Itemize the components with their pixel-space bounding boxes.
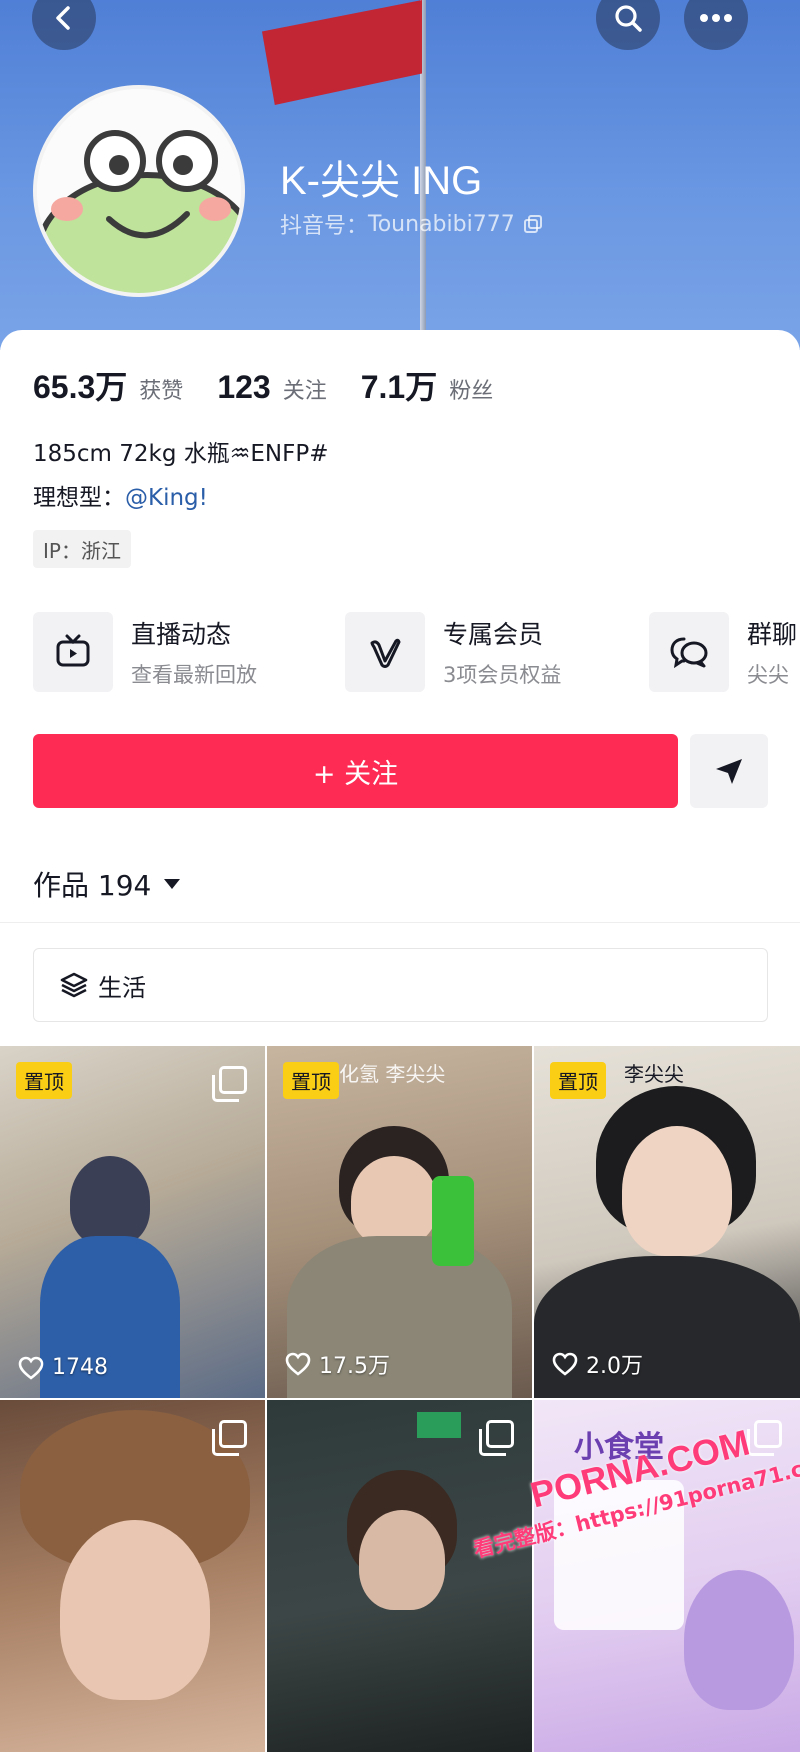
flag-image — [262, 0, 422, 105]
bio-prefix: 理想型： — [33, 485, 125, 511]
feature-title: 专属会员 — [443, 620, 544, 649]
feature-title: 直播动态 — [131, 620, 232, 649]
collection-label: 生活 — [98, 973, 146, 1002]
layers-icon — [60, 972, 88, 998]
ip-location-tag: IP：浙江 — [33, 530, 131, 568]
video-likes-count: 1748 — [52, 1355, 108, 1380]
chevron-left-icon — [56, 6, 70, 30]
feature-icon-box — [649, 612, 729, 692]
stat-likes-value: 65.3万 — [33, 369, 128, 405]
video-thumbnail-figure — [684, 1570, 794, 1710]
pinned-badge: 置顶 — [550, 1062, 606, 1099]
multi-image-icon — [747, 1420, 782, 1456]
video-thumbnail-figure — [351, 1156, 437, 1246]
multi-image-icon — [212, 1420, 247, 1456]
section-divider — [0, 922, 800, 923]
chat-bubble-icon — [670, 637, 708, 669]
feature-group-chat[interactable]: 群聊 尖尖 — [649, 612, 797, 692]
video-tile[interactable]: 置顶 1748 — [0, 1046, 265, 1398]
video-thumbnail-figure — [359, 1510, 445, 1610]
bio-line-1: 185cm 72kg 水瓶♒ENFP# — [33, 441, 329, 467]
video-likes: 1748 — [18, 1355, 108, 1380]
feature-icon-box — [345, 612, 425, 692]
video-tile[interactable]: 氢化氢 李尖尖 置顶 17.5万 — [267, 1046, 532, 1398]
video-likes: 17.5万 — [285, 1348, 390, 1380]
video-thumbnail-figure — [622, 1126, 732, 1256]
more-dots-icon — [700, 14, 732, 22]
stat-following-label: 关注 — [282, 379, 327, 404]
bio-line-2: 理想型：@King! — [33, 478, 208, 512]
video-overlay-text: 李尖尖 — [624, 1062, 684, 1086]
heart-icon — [552, 1352, 578, 1376]
multi-image-icon — [479, 1420, 514, 1456]
feature-subtitle: 查看最新回放 — [131, 663, 257, 687]
multi-image-icon — [212, 1066, 247, 1102]
feature-live-dynamics[interactable]: 直播动态 查看最新回放 — [33, 612, 257, 692]
video-grid: 置顶 1748 氢化氢 李尖尖 置顶 17.5万 李尖尖 置顶 2.0万 小食堂 — [0, 1046, 800, 1752]
copy-icon[interactable] — [523, 214, 543, 234]
feature-icon-box — [33, 612, 113, 692]
share-button[interactable] — [690, 734, 768, 808]
profile-name: K-尖尖 ING — [280, 159, 483, 203]
video-likes-count: 17.5万 — [319, 1354, 390, 1379]
video-tile[interactable]: 李尖尖 置顶 2.0万 — [534, 1046, 800, 1398]
avatar[interactable] — [33, 85, 245, 297]
feature-subtitle: 尖尖 — [747, 663, 789, 687]
frog-avatar-icon — [37, 89, 241, 293]
video-thumbnail-figure — [70, 1156, 150, 1246]
search-icon — [615, 5, 642, 32]
works-label: 作品 194 — [33, 869, 152, 902]
douyin-id-value: Tounabibi777 — [368, 211, 515, 237]
works-tab[interactable]: 作品 194 — [33, 864, 181, 904]
douyin-id-label: 抖音号： — [280, 214, 369, 239]
profile-stats: 65.3万 获赞 123 关注 7.1万 粉丝 — [33, 362, 527, 408]
stat-following[interactable]: 123 关注 — [217, 369, 326, 406]
v-badge-icon — [370, 638, 401, 668]
heart-icon — [285, 1352, 311, 1376]
video-tile[interactable] — [267, 1400, 532, 1752]
douyin-id[interactable]: 抖音号： Tounabibi777 — [280, 208, 543, 240]
feature-subtitle: 3项会员权益 — [443, 663, 562, 687]
caret-down-icon — [164, 879, 181, 889]
stat-followers[interactable]: 7.1万 粉丝 — [361, 362, 494, 408]
video-tile[interactable] — [0, 1400, 265, 1752]
video-likes: 2.0万 — [552, 1348, 643, 1380]
collection-filter[interactable]: 生活 — [33, 948, 768, 1022]
follow-button[interactable]: + 关注 — [33, 734, 678, 808]
green-phone — [432, 1176, 474, 1266]
bio-mention-link[interactable]: @King! — [125, 485, 208, 511]
stat-likes-label: 获赞 — [139, 379, 184, 404]
feature-title: 群聊 — [747, 620, 798, 649]
pinned-badge: 置顶 — [283, 1062, 339, 1099]
video-thumbnail-figure — [60, 1520, 210, 1700]
pinned-badge: 置顶 — [16, 1062, 72, 1099]
stat-following-value: 123 — [217, 369, 271, 405]
heart-icon — [18, 1356, 44, 1380]
stat-likes[interactable]: 65.3万 获赞 — [33, 362, 183, 408]
exit-sign — [417, 1412, 461, 1438]
video-likes-count: 2.0万 — [586, 1354, 643, 1379]
send-arrow-icon — [716, 759, 742, 784]
stat-followers-label: 粉丝 — [449, 379, 494, 404]
feature-membership[interactable]: 专属会员 3项会员权益 — [345, 612, 561, 692]
tv-icon — [56, 634, 90, 667]
stat-followers-value: 7.1万 — [360, 369, 438, 405]
